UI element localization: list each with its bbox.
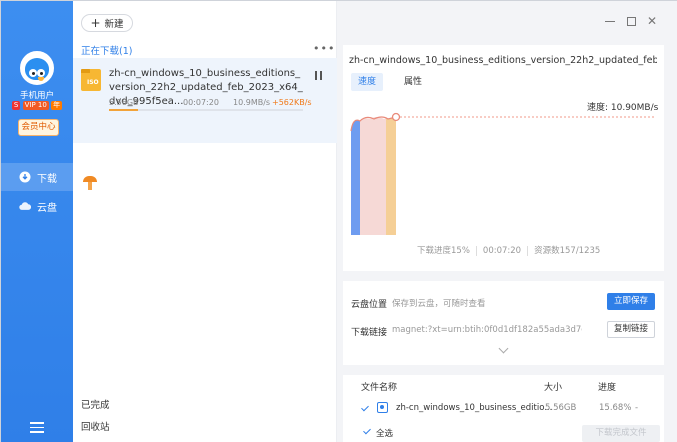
tab-speed[interactable]: 速度 [351,73,384,91]
archive-file-icon: ISO [81,69,101,91]
left-rail: 手机用户 S VIP 10 年 会员中心 下载 云盘 [1,1,73,442]
stat-elapsed: 00:07:20 [475,246,522,256]
plus-icon: + [90,16,101,30]
new-task-label: 新建 [104,19,124,30]
cloud-card: 云盘位置 保存到云盘，可随时查看 立即保存 下载链接 magnet:?xt=ur… [343,281,664,365]
download-item-elapsed: 00:07:20 [183,98,219,107]
vip-badges: S VIP 10 年 [1,101,73,110]
download-item-size: 5.56GB [109,98,139,107]
save-to-cloud-button[interactable]: 立即保存 [607,293,655,310]
downloading-section-title[interactable]: 正在下载(1) [81,43,132,57]
maximize-icon[interactable] [627,17,636,26]
recycle-bin-link[interactable]: 回收站 [81,419,110,433]
download-link-label: 下载链接 [351,328,388,338]
tab-properties[interactable]: 属性 [397,73,429,91]
new-task-button[interactable]: + 新建 [81,14,133,32]
member-center-button[interactable]: 会员中心 [18,119,59,136]
cloud-location-label: 云盘位置 [351,300,388,310]
more-icon[interactable]: ••• [313,42,335,55]
s-badge: S [11,101,21,110]
sidebar-item-label: 下载 [37,173,57,185]
col-progress-header: 进度 [598,383,617,393]
app-window: 手机用户 S VIP 10 年 会员中心 下载 云盘 + 新建 正在下载(1) … [0,0,677,442]
download-progress-bar [109,109,303,111]
speed-current-point [391,112,401,122]
download-item-speed: 10.9MB/s [233,98,271,107]
avatar[interactable] [20,51,54,85]
magnet-link[interactable]: magnet:?xt=urn:btih:0f0d1df182a55ada3d7c… [392,325,582,335]
disc-file-icon [377,402,388,413]
vip-badge: VIP 10 [22,101,49,110]
close-icon[interactable]: ✕ [647,15,657,27]
minimize-icon[interactable] [605,21,615,22]
sidebar-item-download[interactable]: 下载 [1,163,73,191]
download-stats: 下载进度15% 00:07:20 资源数157/1235 [417,244,601,256]
download-progress-fill [109,109,139,111]
speed-chart [350,112,656,235]
select-all-label[interactable]: 全选 [376,427,393,439]
copy-link-button[interactable]: 复制链接 [607,321,655,338]
col-name-header: 文件名称 [361,383,398,393]
sidebar-item-cloud[interactable]: 云盘 [1,192,73,220]
bird-avatar-icon [25,58,49,81]
speed-card: zh-cn_windows_10_business_editions_versi… [343,45,664,271]
sidebar-item-label: 云盘 [37,202,57,214]
cloud-icon [19,200,31,212]
file-row-size: 5.56GB [545,403,577,413]
pause-icon[interactable] [315,71,322,80]
speed-area-orange [386,117,396,235]
select-all-checkbox[interactable] [363,427,372,436]
download-item[interactable]: ISO zh-cn_windows_10_business_editions_v… [73,58,337,190]
stat-resources: 资源数157/1235 [527,246,601,256]
task-list-pane: + 新建 正在下载(1) ••• ISO zh-cn_windows_10_bu… [73,1,337,442]
col-size-header: 大小 [544,383,563,393]
detail-title: zh-cn_windows_10_business_editions_versi… [349,55,657,66]
file-row-name: zh-cn_windows_10_business_editio... [396,403,553,413]
username[interactable]: 手机用户 [1,89,73,101]
file-row-checkbox[interactable] [361,404,370,413]
download-icon [19,171,31,183]
download-item-boost: +562KB/s [272,98,312,107]
file-list-card: 文件名称 大小 进度 zh-cn_windows_10_business_edi… [343,375,664,442]
file-row-progress: 15.68% [599,403,632,413]
cloud-location-hint: 保存到云盘，可随时查看 [392,299,486,309]
completed-link[interactable]: 已完成 [81,397,110,411]
open-finished-file-button[interactable]: 下载完成文件 [582,425,660,442]
year-badge: 年 [51,101,63,110]
speed-area-pink [360,117,389,235]
accelerate-lamp-icon[interactable] [83,176,97,192]
menu-icon[interactable] [30,422,44,433]
stat-progress: 下载进度15% [417,246,470,256]
file-row-extra: - [635,403,639,413]
chevron-down-icon[interactable] [498,343,509,354]
